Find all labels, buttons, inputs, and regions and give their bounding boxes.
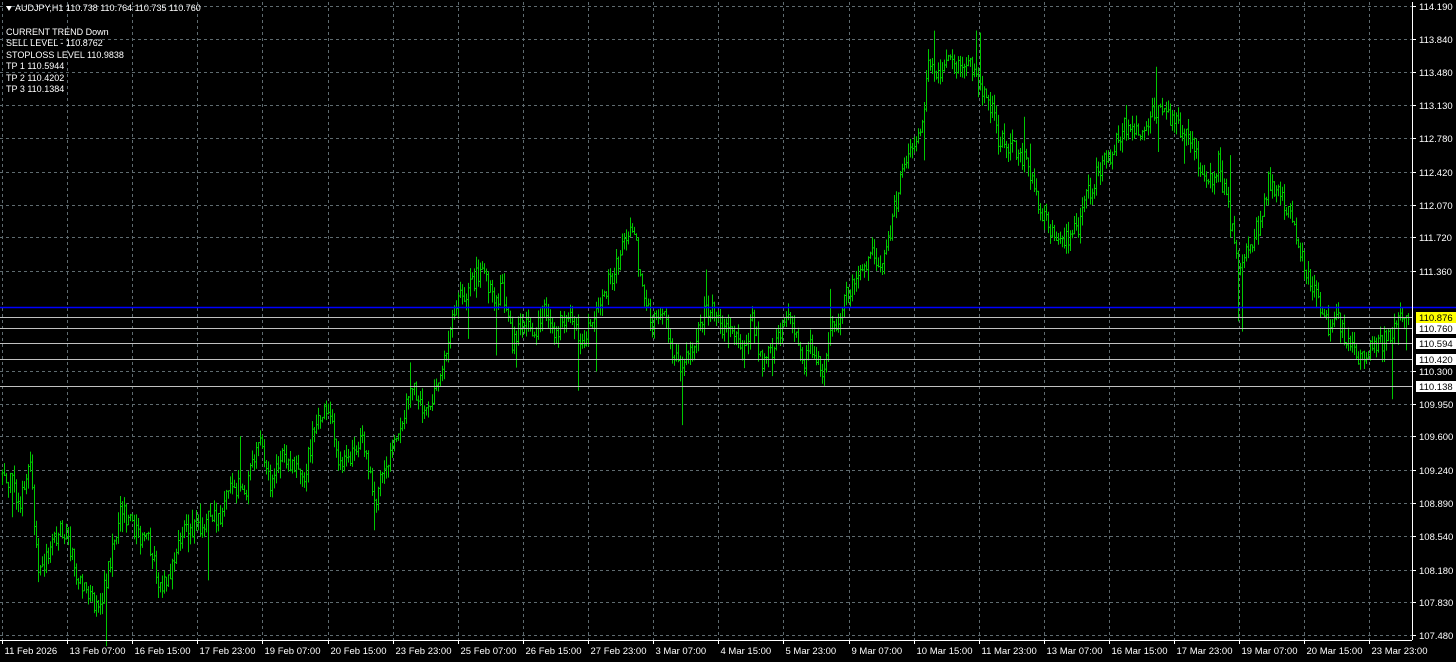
x-tick-label: 25 Feb 07:00 xyxy=(461,646,517,657)
y-tick-label: 111.360 xyxy=(1419,267,1452,278)
x-tick-label: 13 Feb 07:00 xyxy=(70,646,126,657)
level-label: 110.138 xyxy=(1419,382,1453,393)
x-tick-label: 11 Feb 2026 xyxy=(5,646,58,657)
y-tick-label: 112.420 xyxy=(1419,168,1453,179)
level-label: 110.594 xyxy=(1419,339,1453,350)
x-tick-label: 11 Mar 23:00 xyxy=(982,646,1037,657)
y-tick-label: 107.480 xyxy=(1419,631,1453,642)
x-tick-label: 17 Feb 23:00 xyxy=(200,646,256,657)
x-tick-label: 3 Mar 07:00 xyxy=(656,646,707,657)
y-tick-label: 109.950 xyxy=(1419,400,1453,411)
y-tick-label: 112.780 xyxy=(1419,134,1453,145)
tp2-text: TP 2 110.4202 xyxy=(6,72,65,83)
x-tick-label: 5 Mar 23:00 xyxy=(786,646,837,657)
y-tick-label: 107.830 xyxy=(1419,598,1453,609)
x-tick-label: 4 Mar 15:00 xyxy=(721,646,772,657)
y-tick-label: 111.720 xyxy=(1419,233,1452,244)
x-tick-label: 23 Mar 23:00 xyxy=(1372,646,1428,657)
x-tick-label: 19 Mar 07:00 xyxy=(1242,646,1298,657)
x-tick-label: 16 Feb 15:00 xyxy=(135,646,191,657)
y-tick-label: 113.480 xyxy=(1419,68,1453,79)
x-tick-label: 9 Mar 07:00 xyxy=(852,646,903,657)
level-label: 110.420 xyxy=(1419,355,1453,366)
symbol-header[interactable]: AUDJPY,H1 110.738 110.764 110.735 110.76… xyxy=(6,3,201,15)
symbol-ohlc-line: AUDJPY,H1 110.738 110.764 110.735 110.76… xyxy=(15,3,201,13)
x-tick-label: 13 Mar 07:00 xyxy=(1047,646,1103,657)
tp1-text: TP 1 110.5944 xyxy=(6,61,65,71)
y-tick-label: 114.190 xyxy=(1419,2,1453,13)
chart-info-overlay: AUDJPY,H1 110.738 110.764 110.735 110.76… xyxy=(6,3,201,96)
x-tick-label: 10 Mar 15:00 xyxy=(917,646,973,657)
y-tick-label: 112.070 xyxy=(1419,201,1453,212)
x-tick-label: 20 Feb 15:00 xyxy=(331,646,387,657)
x-tick-label: 17 Mar 23:00 xyxy=(1177,646,1233,657)
x-tick-label: 19 Feb 07:00 xyxy=(265,646,321,657)
y-tick-label: 108.540 xyxy=(1419,532,1453,543)
y-tick-label: 108.180 xyxy=(1419,566,1453,577)
x-tick-label: 16 Mar 15:00 xyxy=(1112,646,1168,657)
y-tick-label: 110.300 xyxy=(1419,367,1453,378)
tp3-text: TP 3 110.1384 xyxy=(6,84,65,94)
level-label: 110.876 xyxy=(1419,313,1453,324)
x-tick-label: 27 Feb 23:00 xyxy=(591,646,647,657)
y-tick-label: 108.890 xyxy=(1419,499,1453,510)
stoploss-level-text: STOPLOSS LEVEL 110.9838 xyxy=(6,49,124,60)
sell-level-text: SELL LEVEL - 110.8762 xyxy=(6,38,103,48)
y-tick-label: 113.130 xyxy=(1419,101,1453,112)
y-tick-label: 113.840 xyxy=(1419,35,1453,46)
y-tick-label: 109.240 xyxy=(1419,466,1453,477)
x-tick-label: 20 Mar 15:00 xyxy=(1307,646,1363,657)
price-chart[interactable]: 110.876110.760 110.594 110.420 110.138 114.… xyxy=(0,0,1456,662)
y-tick-label: 109.600 xyxy=(1419,432,1453,443)
x-tick-label: 23 Feb 23:00 xyxy=(396,646,452,657)
dropdown-triangle-icon[interactable] xyxy=(6,6,12,12)
level-label: 110.760 xyxy=(1419,324,1453,335)
x-tick-label: 26 Feb 15:00 xyxy=(526,646,582,657)
trend-line-text: CURRENT TREND Down xyxy=(6,26,109,37)
